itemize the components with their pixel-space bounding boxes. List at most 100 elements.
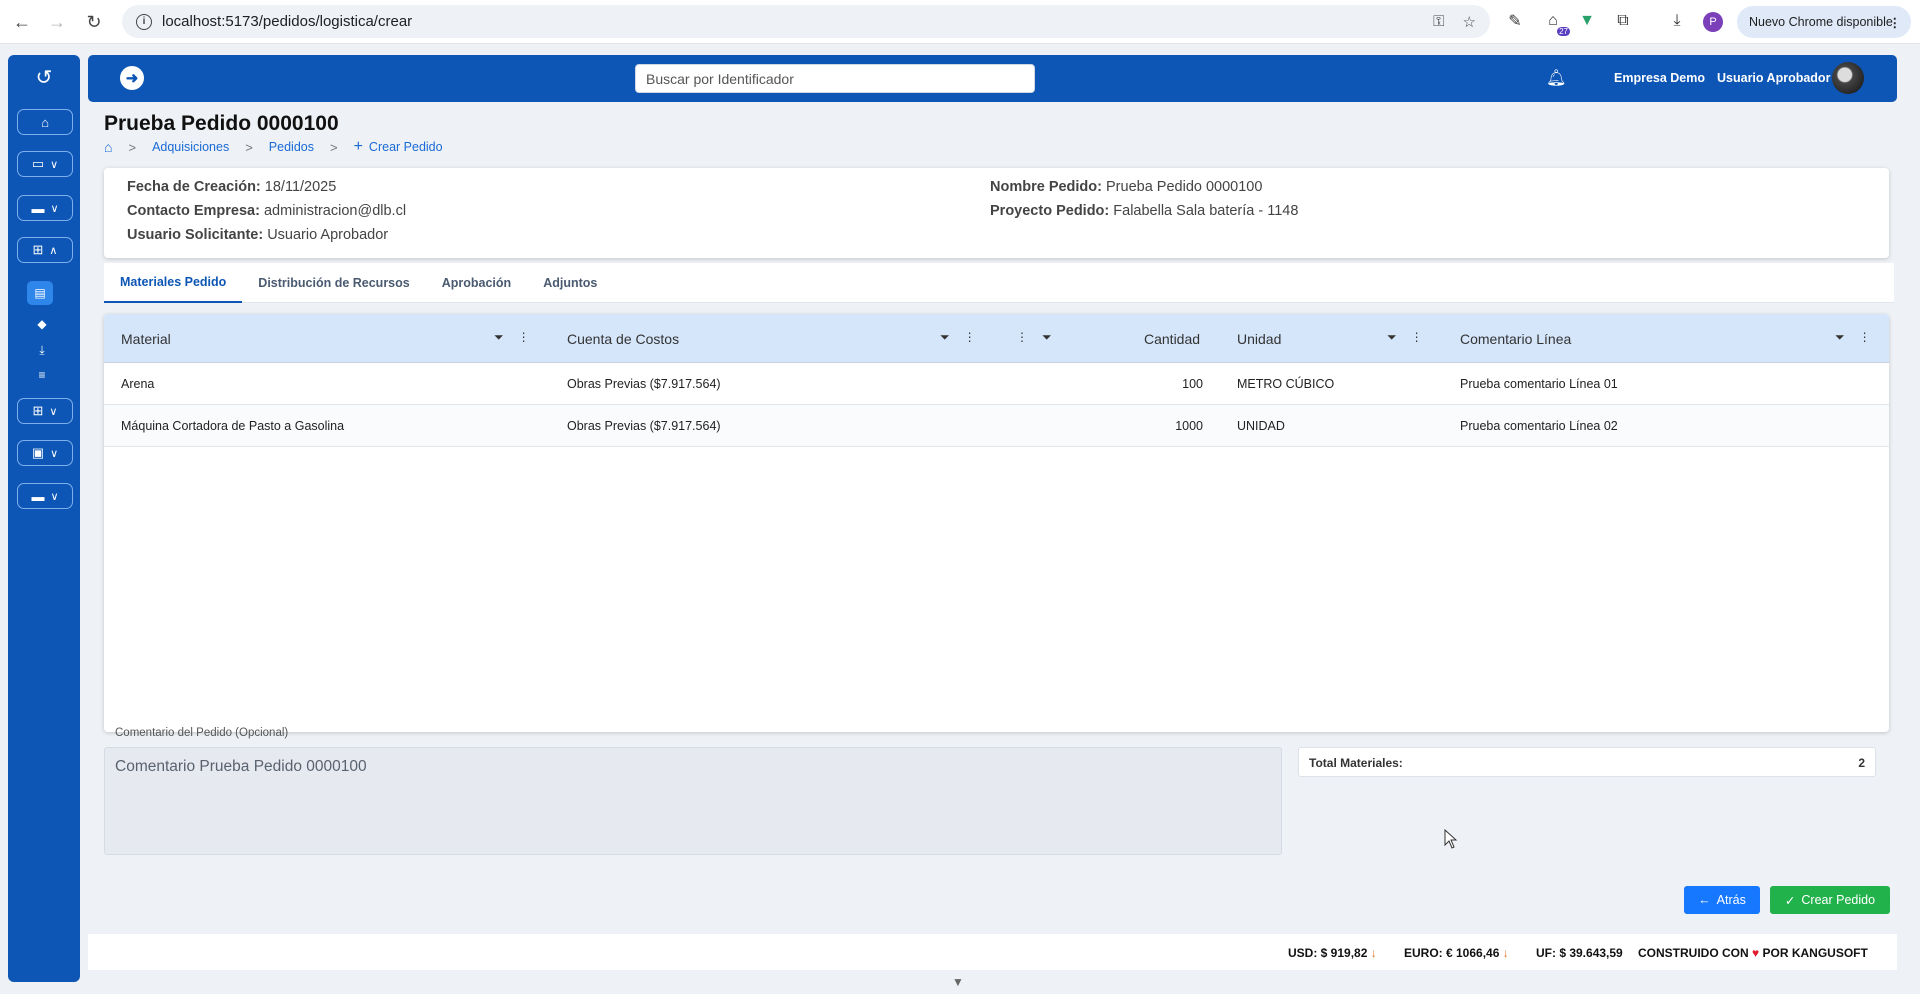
column-menu-icon[interactable]: ⋮ <box>1016 330 1028 345</box>
built-suffix: POR KANGUSOFT <box>1762 946 1868 960</box>
usd-rate: USD: $ 919,82 ↓ <box>1288 946 1377 960</box>
bookmark-star-icon[interactable]: ☆ <box>1463 13 1476 31</box>
filter-icon[interactable]: ⏷ <box>940 330 950 345</box>
reload-icon[interactable]: ↻ <box>78 6 110 38</box>
password-key-icon[interactable]: ⚿ <box>1433 13 1444 30</box>
cell-cantidad: 100 <box>1182 377 1203 391</box>
sidebar-home-button[interactable]: ⌂ <box>17 109 73 135</box>
column-menu-icon[interactable]: ⋮ <box>1411 330 1423 345</box>
breadcrumb-adquisiciones[interactable]: Adquisiciones <box>152 140 229 154</box>
tab-bar: Materiales Pedido Distribución de Recurs… <box>104 263 1894 303</box>
contacto-label: Contacto Empresa: <box>127 203 260 219</box>
arrow-left-icon: ← <box>1698 893 1711 907</box>
column-header-cantidad[interactable]: Cantidad <box>1144 331 1200 347</box>
uf-rate: UF: $ 39.643,59 <box>1536 946 1623 960</box>
column-menu-icon[interactable]: ⋮ <box>1859 330 1871 345</box>
sidebar-cards-menu[interactable]: ▣ ∨ <box>17 440 73 466</box>
proyecto-value: Falabella Sala batería - 1148 <box>1113 203 1299 219</box>
nombre-label: Nombre Pedido: <box>990 179 1102 195</box>
order-comment-field[interactable]: Comentario Prueba Pedido 0000100 <box>104 747 1282 855</box>
notification-bell-icon[interactable]: 🔔︎ <box>1546 68 1566 88</box>
sidebar-pedidos-item[interactable]: ▤ <box>27 281 53 305</box>
column-menu-icon[interactable]: ⋮ <box>518 330 530 345</box>
sidebar-logistics-menu[interactable]: ⊞ ∧ <box>17 237 73 263</box>
chevron-right-icon: > <box>128 139 137 155</box>
search-input[interactable] <box>635 64 1035 93</box>
extension-home-icon[interactable]: ⌂ 27 <box>1538 6 1570 36</box>
forward-arrow-icon[interactable]: → <box>41 6 73 38</box>
company-name[interactable]: Empresa Demo <box>1614 71 1705 85</box>
back-button[interactable]: ← Atrás <box>1684 886 1760 914</box>
user-name[interactable]: Usuario Aprobador <box>1717 71 1830 85</box>
cell-cuenta: Obras Previas ($7.917.564) <box>567 419 721 433</box>
table-row[interactable]: Arena Obras Previas ($7.917.564) 100 MET… <box>104 363 1889 405</box>
sidebar-download-icon[interactable]: ⤓ <box>32 343 52 359</box>
downloads-icon[interactable]: ⤓ <box>1662 6 1692 36</box>
document-icon: ▤ <box>34 286 46 300</box>
cell-material: Máquina Cortadora de Pasto a Gasolina <box>121 419 345 433</box>
contacto-empresa: Contacto Empresa: administracion@dlb.cl <box>127 203 406 219</box>
page-title: Prueba Pedido 0000100 <box>104 112 339 135</box>
home-icon: ⌂ <box>41 114 49 130</box>
filter-icon[interactable]: ⏷ <box>494 330 504 345</box>
proyecto-label: Proyecto Pedido: <box>990 203 1110 219</box>
sidebar-folder-menu[interactable]: ▬ ∨ <box>17 195 73 221</box>
home-icon[interactable]: ⌂ <box>104 139 112 155</box>
built-prefix: CONSTRUIDO CON <box>1638 946 1749 960</box>
back-arrow-icon[interactable]: ← <box>6 6 38 38</box>
cell-unidad: UNIDAD <box>1237 419 1285 433</box>
breadcrumb-crear-pedido[interactable]: Crear Pedido <box>369 140 443 154</box>
cell-cuenta: Obras Previas ($7.917.564) <box>567 377 721 391</box>
tab-distribucion-recursos[interactable]: Distribución de Recursos <box>242 263 425 303</box>
extension-badge: 27 <box>1557 27 1570 36</box>
built-by: CONSTRUIDO CON ♥ POR KANGUSOFT <box>1638 946 1868 960</box>
scroll-down-icon[interactable]: ▼ <box>952 975 964 989</box>
back-label: Atrás <box>1716 893 1746 907</box>
extensions-puzzle-icon[interactable]: ⧉ <box>1608 6 1638 36</box>
update-label: Nuevo Chrome disponible <box>1749 15 1893 29</box>
chevron-up-icon: ∧ <box>49 244 58 257</box>
filter-icon[interactable]: ⏷ <box>1387 330 1397 345</box>
column-header-unidad[interactable]: Unidad <box>1237 331 1281 347</box>
chevron-down-icon: ∨ <box>50 447 59 460</box>
vue-devtools-icon[interactable]: ▼ <box>1572 6 1602 36</box>
column-header-comentario-linea[interactable]: Comentario Línea <box>1460 331 1571 347</box>
column-menu-icon[interactable]: ⋮ <box>964 330 976 345</box>
chevron-right-icon: > <box>329 139 338 155</box>
app-logo-icon[interactable]: ↺ <box>26 65 62 89</box>
fecha-label: Fecha de Creación: <box>127 179 261 195</box>
table-header: Material ⏷ ⋮ Cuenta de Costos ⏷ ⋮ ⋮ ⏷ Canti… <box>104 314 1889 363</box>
tab-adjuntos[interactable]: Adjuntos <box>527 263 613 303</box>
usuario-solicitante: Usuario Solicitante: Usuario Aprobador <box>127 227 388 243</box>
profile-avatar[interactable]: P <box>1703 12 1723 32</box>
table-row[interactable]: Máquina Cortadora de Pasto a Gasolina Ob… <box>104 405 1889 447</box>
eyedropper-icon[interactable]: ✎ <box>1500 6 1530 36</box>
cantidad-column-icons: ⋮ ⏷ <box>1016 330 1052 345</box>
address-bar[interactable]: i localhost:5173/pedidos/logistica/crear… <box>122 5 1490 38</box>
breadcrumb-pedidos[interactable]: Pedidos <box>269 140 314 154</box>
column-header-material[interactable]: Material <box>121 331 171 347</box>
cell-comentario: Prueba comentario Línea 01 <box>1460 377 1618 391</box>
comment-label: Comentario del Pedido (Opcional) <box>115 727 289 739</box>
app-sidebar: ↺ ⌂ ▭ ∨ ▬ ∨ ⊞ ∧ ▤ ◆ ⤓ ≡ ⊞ ∨ ▣ ∨ ▬ ∨ <box>8 55 80 982</box>
total-value: 2 <box>1858 756 1865 770</box>
sidebar-hierarchy-menu[interactable]: ⊞ ∨ <box>17 398 73 424</box>
sidebar-monitor-menu[interactable]: ▭ ∨ <box>17 151 73 177</box>
footer: USD: $ 919,82 ↓ EURO: € 1066,46 ↓ UF: $ … <box>88 934 1897 970</box>
user-avatar[interactable] <box>1832 62 1864 94</box>
filter-icon[interactable]: ⏷ <box>1835 330 1845 345</box>
site-info-icon[interactable]: i <box>136 13 152 30</box>
menu-toggle-arrow-icon[interactable]: ➜ <box>120 66 144 90</box>
create-order-button[interactable]: ✓ Crear Pedido <box>1770 886 1890 914</box>
tab-materiales-pedido[interactable]: Materiales Pedido <box>104 263 243 303</box>
sidebar-tag-icon[interactable]: ◆ <box>32 317 52 333</box>
sidebar-folder2-menu[interactable]: ▬ ∨ <box>17 483 73 509</box>
more-menu-icon[interactable]: ⋮ <box>1889 15 1902 30</box>
sidebar-list-icon[interactable]: ≡ <box>32 368 52 384</box>
tab-aprobacion[interactable]: Aprobación <box>426 263 527 303</box>
check-icon: ✓ <box>1784 893 1796 908</box>
column-header-cuenta-costos[interactable]: Cuenta de Costos <box>567 331 679 347</box>
chrome-update-button[interactable]: Nuevo Chrome disponible ⋮ <box>1737 6 1911 38</box>
plus-icon: + <box>353 138 363 155</box>
filter-icon[interactable]: ⏷ <box>1042 330 1052 345</box>
